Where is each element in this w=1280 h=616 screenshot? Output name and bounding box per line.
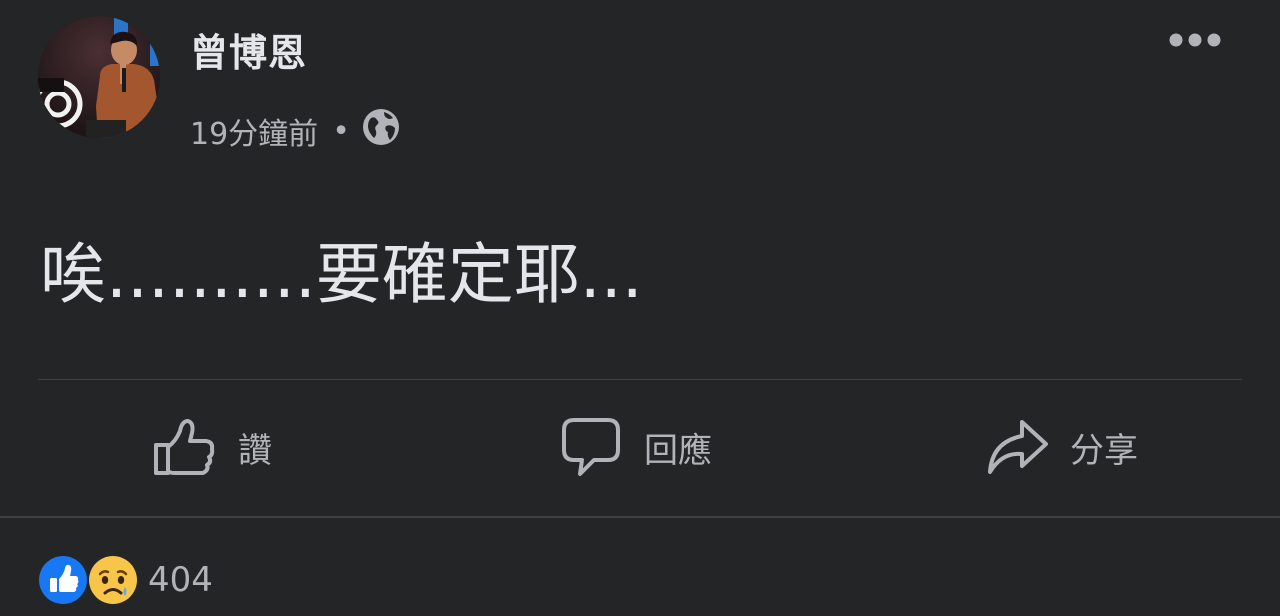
post-text: 唉..........要確定耶...	[40, 236, 643, 313]
post-meta: 19分鐘前 •	[190, 108, 400, 154]
reactions-summary[interactable]: 404	[38, 554, 213, 606]
meta-separator: •	[332, 113, 350, 149]
comment-bubble-icon	[560, 416, 622, 478]
more-options-icon[interactable]	[1168, 26, 1222, 54]
globe-icon[interactable]	[362, 108, 400, 154]
comment-button[interactable]: 回應	[560, 414, 712, 480]
author-name[interactable]: 曾博恩	[190, 26, 307, 80]
facebook-post: 曾博恩 19分鐘前 • 唉..........要確定耶... 讚 回應 分享 4…	[0, 0, 1280, 616]
thumbs-up-icon	[152, 415, 216, 479]
post-timestamp[interactable]: 19分鐘前	[190, 109, 318, 153]
share-label: 分享	[1070, 430, 1138, 471]
reaction-count: 404	[148, 560, 213, 600]
section-divider	[0, 516, 1280, 518]
comment-label: 回應	[644, 430, 712, 471]
sad-reaction-icon	[88, 555, 138, 605]
share-arrow-icon	[986, 416, 1048, 478]
like-label: 讚	[238, 430, 272, 471]
action-bar: 讚 回應 分享	[0, 380, 1280, 516]
avatar-image	[38, 16, 160, 138]
share-button[interactable]: 分享	[986, 414, 1138, 480]
author-avatar[interactable]	[38, 16, 160, 138]
like-reaction-icon	[38, 555, 88, 605]
like-button[interactable]: 讚	[152, 414, 272, 480]
